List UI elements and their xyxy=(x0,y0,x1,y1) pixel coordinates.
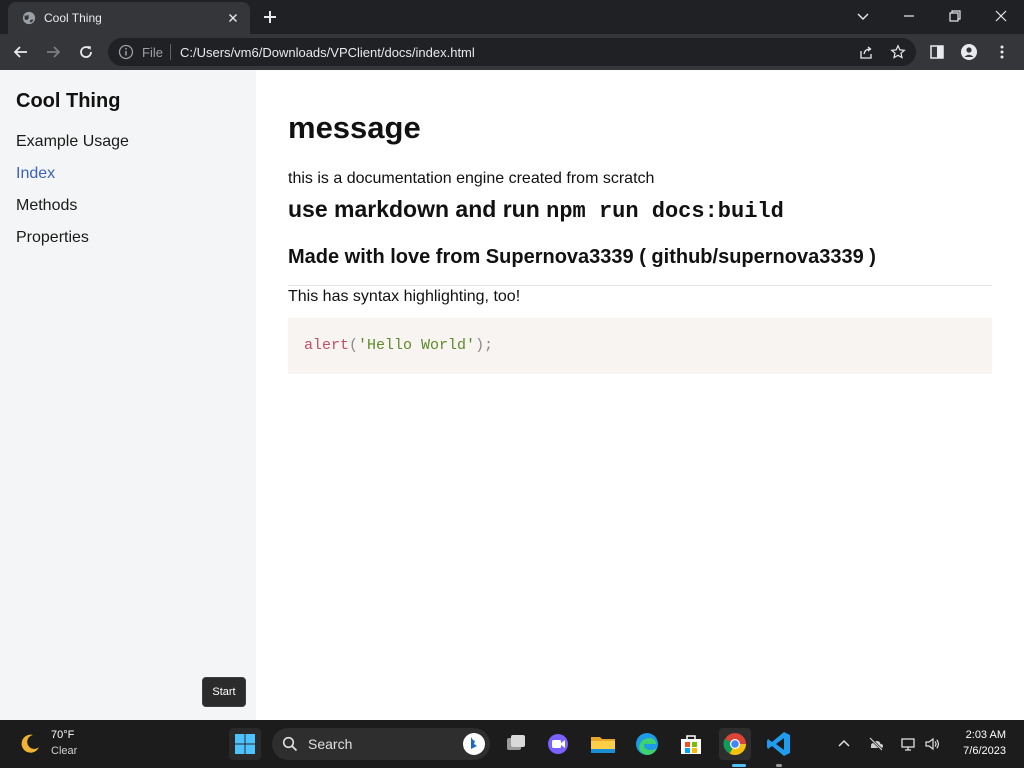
chat-icon xyxy=(548,734,568,754)
bing-icon[interactable] xyxy=(462,732,486,756)
clock-time[interactable]: 2:03 AM xyxy=(956,729,1006,741)
profile-avatar-icon[interactable] xyxy=(961,44,977,60)
edge-icon xyxy=(636,733,658,755)
restore-icon[interactable] xyxy=(947,8,963,24)
sidebar-nav: Example Usage Index Methods Properties xyxy=(16,132,129,260)
reload-icon[interactable] xyxy=(78,44,94,60)
search-icon xyxy=(282,736,298,752)
side-panel-icon[interactable] xyxy=(929,44,945,60)
tab-search-chevron-icon[interactable] xyxy=(855,8,871,24)
vscode-button[interactable] xyxy=(763,728,795,760)
code-paren-open: ( xyxy=(349,337,359,354)
close-tab-icon[interactable] xyxy=(226,11,240,25)
start-button[interactable] xyxy=(229,728,261,760)
bookmark-star-icon[interactable] xyxy=(890,44,906,60)
back-arrow-icon[interactable] xyxy=(13,44,29,60)
weather-temperature: 70°F xyxy=(51,729,75,741)
browser-tab[interactable]: Cool Thing xyxy=(8,2,250,34)
task-view-icon xyxy=(507,735,525,750)
tab-title: Cool Thing xyxy=(44,11,102,25)
search-label: Search xyxy=(308,736,353,752)
browser-tab-strip: Cool Thing xyxy=(0,0,1024,34)
code-block: alert('Hello World'); xyxy=(288,318,992,374)
clock-date[interactable]: 7/6/2023 xyxy=(950,745,1006,757)
folder-icon xyxy=(591,737,615,753)
url-text[interactable]: C:/Users/vm6/Downloads/VPClient/docs/ind… xyxy=(180,45,475,60)
new-tab-icon[interactable] xyxy=(262,9,278,25)
code-line: alert('Hello World'); xyxy=(304,337,493,354)
task-view-button[interactable] xyxy=(500,728,532,760)
inline-code: npm run docs:build xyxy=(546,199,784,224)
site-title: Cool Thing xyxy=(16,90,121,112)
edge-button[interactable] xyxy=(631,728,663,760)
divider xyxy=(288,285,992,286)
site-info-icon[interactable] xyxy=(118,44,134,60)
minimize-icon[interactable] xyxy=(901,8,917,24)
intro-paragraph: this is a documentation engine created f… xyxy=(288,170,655,187)
chrome-active-indicator xyxy=(732,764,746,767)
code-string: 'Hello World' xyxy=(358,337,476,354)
forward-arrow-icon[interactable] xyxy=(45,44,61,60)
close-window-icon[interactable] xyxy=(993,8,1009,24)
weather-condition: Clear xyxy=(51,745,78,757)
windows-logo-icon xyxy=(235,734,255,754)
scheme-label: File xyxy=(142,45,163,60)
sidebar-item-properties[interactable]: Properties xyxy=(16,228,129,260)
network-icon[interactable] xyxy=(900,736,916,752)
microsoft-store-button[interactable] xyxy=(675,728,707,760)
chevron-up-icon[interactable] xyxy=(836,736,852,752)
sidebar-item-methods[interactable]: Methods xyxy=(16,196,129,228)
address-bar[interactable]: File C:/Users/vm6/Downloads/VPClient/doc… xyxy=(108,38,916,66)
syntax-note: This has syntax highlighting, too! xyxy=(288,288,521,305)
vscode-icon xyxy=(767,732,790,756)
code-function: alert xyxy=(304,337,350,354)
teams-chat-button[interactable] xyxy=(542,728,574,760)
taskbar-search-box[interactable]: Search xyxy=(272,728,490,760)
menu-kebab-icon[interactable] xyxy=(994,44,1010,60)
share-icon[interactable] xyxy=(858,44,874,60)
globe-icon xyxy=(22,11,36,25)
onedrive-offline-icon[interactable] xyxy=(868,736,884,752)
web-page: Cool Thing Example Usage Index Methods P… xyxy=(0,70,1024,720)
sidebar-item-index[interactable]: Index xyxy=(16,164,129,196)
start-tooltip: Start xyxy=(202,677,246,707)
chrome-icon xyxy=(723,733,746,755)
chrome-button[interactable] xyxy=(719,728,751,760)
browser-toolbar: File C:/Users/vm6/Downloads/VPClient/doc… xyxy=(0,34,1024,70)
taskbar: 70°F Clear Search 2:03 AM 7/6/2023 xyxy=(0,720,1024,768)
vscode-running-indicator xyxy=(776,764,782,767)
section-heading: use markdown and run npm run docs:build xyxy=(288,196,784,224)
volume-icon[interactable] xyxy=(924,736,940,752)
code-paren-close: ); xyxy=(475,337,494,354)
credits-heading: Made with love from Supernova3339 ( gith… xyxy=(288,246,876,268)
docs-sidebar: Cool Thing Example Usage Index Methods P… xyxy=(0,70,256,720)
page-title: message xyxy=(288,110,421,145)
store-icon xyxy=(681,735,701,754)
file-explorer-button[interactable] xyxy=(587,728,619,760)
section-heading-text: use markdown and run xyxy=(288,196,547,222)
moon-weather-icon[interactable] xyxy=(18,732,42,756)
omnibox-divider xyxy=(170,44,171,60)
sidebar-item-example-usage[interactable]: Example Usage xyxy=(16,132,129,164)
